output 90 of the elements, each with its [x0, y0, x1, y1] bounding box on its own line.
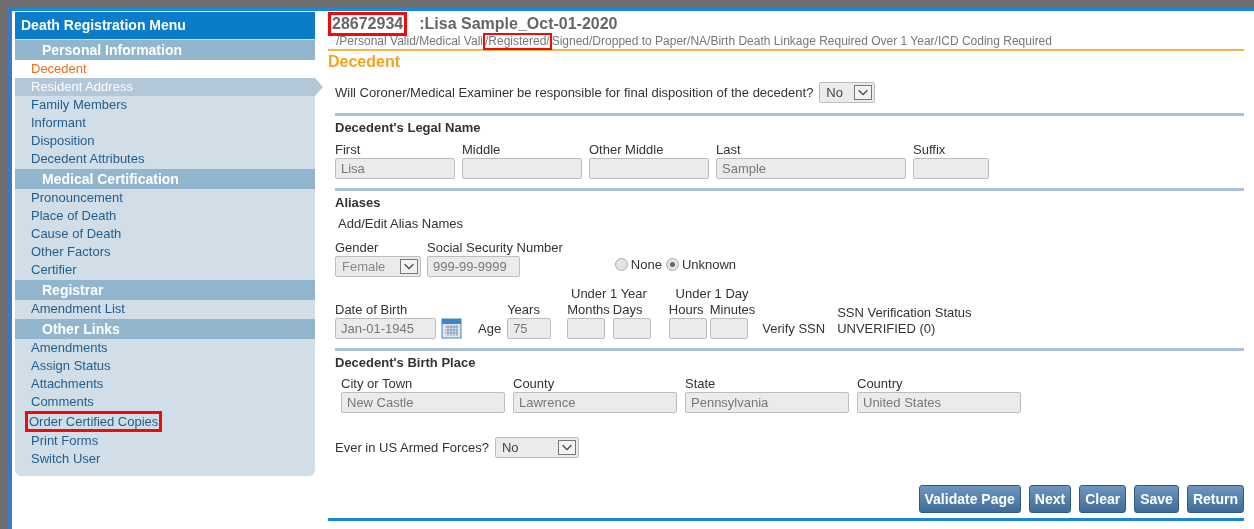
- menu-item[interactable]: Comments: [15, 393, 315, 411]
- menu-title: Death Registration Menu: [15, 12, 315, 39]
- page-title: Decedent: [328, 53, 402, 71]
- menu-item[interactable]: Family Members: [15, 96, 315, 114]
- input-field[interactable]: [668, 318, 707, 339]
- input-field[interactable]: [709, 318, 748, 339]
- input-field[interactable]: Sample: [716, 158, 906, 179]
- input-field[interactable]: Lawrence: [513, 392, 677, 413]
- field-label: Middle: [462, 142, 502, 157]
- field-label: Suffix: [913, 142, 947, 157]
- radio-label: Unknown: [681, 257, 737, 272]
- input-field[interactable]: [567, 318, 606, 339]
- field-label: First: [335, 142, 362, 157]
- menu-item[interactable]: Cause of Death: [15, 225, 315, 243]
- field-label: Hours: [668, 302, 705, 317]
- caret-icon: [400, 259, 418, 274]
- menu-item[interactable]: Print Forms: [15, 432, 315, 450]
- field-label: Days: [612, 302, 644, 317]
- field-label: Age: [478, 321, 502, 336]
- alias-link[interactable]: Add/Edit Alias Names: [338, 216, 463, 231]
- caret-icon: [854, 85, 873, 100]
- field-label: Years: [507, 302, 541, 317]
- verification-status: UNVERIFIED (0): [837, 321, 937, 336]
- question-label: Ever in US Armed Forces?: [335, 440, 489, 455]
- radio-label: None: [630, 257, 662, 272]
- highlight-frame: Order Certified Copies: [25, 411, 163, 432]
- calendar-icon[interactable]: [441, 318, 462, 339]
- section-title: Aliases: [335, 195, 382, 210]
- caret-icon: [557, 440, 576, 455]
- field-label: Gender: [335, 240, 380, 255]
- radio-button[interactable]: [614, 258, 628, 271]
- menu-item[interactable]: Certifier: [15, 261, 315, 279]
- input-field[interactable]: [612, 318, 651, 339]
- menu-section-header: Medical Certification: [15, 169, 315, 189]
- input-field[interactable]: Lisa: [335, 158, 455, 179]
- input-field[interactable]: [589, 158, 709, 179]
- record-name: :Lisa Sample_Oct-01-2020: [419, 15, 618, 33]
- input-field[interactable]: 75: [507, 318, 552, 339]
- input-field[interactable]: United States: [857, 392, 1021, 413]
- input-field[interactable]: Jan-01-1945: [335, 318, 436, 339]
- menu-item[interactable]: Attachments: [15, 375, 315, 393]
- field-label: Months: [567, 302, 610, 317]
- menu-section-header: Registrar: [15, 280, 315, 300]
- field-label: Last: [716, 142, 742, 157]
- record-id: 28672934: [328, 12, 408, 36]
- field-label: State: [685, 376, 717, 391]
- menu-item[interactable]: Informant: [15, 114, 315, 132]
- menu-item[interactable]: Order Certified Copies: [15, 411, 315, 432]
- question-label: Will Coroner/Medical Examiner be responsible for final disposition of the decedent?: [335, 85, 814, 100]
- menu-section-header: Personal Information: [15, 40, 315, 60]
- field-label: Minutes: [709, 302, 756, 317]
- status-path: /Registered/: [482, 33, 552, 50]
- menu-item[interactable]: Pronouncement: [15, 189, 315, 207]
- input-field[interactable]: Pennsylvania: [685, 392, 849, 413]
- input-field[interactable]: [462, 158, 582, 179]
- field-label: County: [513, 376, 556, 391]
- action-button[interactable]: Validate Page: [918, 485, 1021, 513]
- section-title: Decedent's Birth Place: [335, 355, 477, 370]
- field-label: City or Town: [341, 376, 414, 391]
- menu-item[interactable]: Disposition: [15, 132, 315, 150]
- field-label: Date of Birth: [335, 302, 409, 317]
- field-label: Other Middle: [589, 142, 665, 157]
- gender-select[interactable]: Female: [335, 256, 421, 277]
- action-button[interactable]: Return: [1186, 485, 1244, 513]
- menu-item[interactable]: Amendments: [15, 339, 315, 357]
- group-label: Under 1 Year: [571, 286, 647, 301]
- radio-button[interactable]: [665, 258, 679, 271]
- menu-item[interactable]: Assign Status: [15, 357, 315, 375]
- action-button[interactable]: Next: [1028, 485, 1072, 513]
- menu-item[interactable]: Place of Death: [15, 207, 315, 225]
- menu-item[interactable]: Decedent Attributes: [15, 150, 315, 168]
- menu-item[interactable]: Switch User: [15, 450, 315, 468]
- armed-forces-select[interactable]: No: [494, 437, 579, 458]
- verify-ssn-label: Verify SSN: [762, 321, 826, 336]
- menu-item[interactable]: Amendment List: [15, 300, 315, 318]
- field-label: Social Security Number: [427, 240, 563, 255]
- input-field[interactable]: [913, 158, 989, 179]
- menu-item[interactable]: Other Factors: [15, 243, 315, 261]
- field-label: SSN Verification Status: [837, 305, 972, 320]
- section-title: Decedent's Legal Name: [335, 120, 482, 135]
- coroner-select[interactable]: No: [819, 82, 876, 103]
- group-label: Under 1 Day: [675, 286, 749, 301]
- status-path: /Personal Valid/Medical Vali: [336, 35, 483, 48]
- action-button[interactable]: Clear: [1079, 485, 1127, 513]
- action-button[interactable]: Save: [1134, 485, 1179, 513]
- status-path: Signed/Dropped to Paper/NA/Birth Death Linkage Required Over 1 Year/ICD Coding Required: [551, 35, 1052, 48]
- field-label: Country: [857, 376, 904, 391]
- input-field[interactable]: 999-99-9999: [427, 256, 520, 277]
- input-field[interactable]: New Castle: [341, 392, 505, 413]
- menu-section-header: Other Links: [15, 319, 315, 339]
